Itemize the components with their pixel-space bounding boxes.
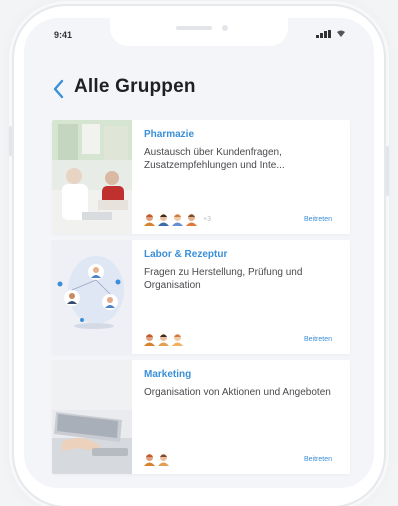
app-screen: 9:41 Alle Gruppen Pharmazie Austausch üb… (24, 18, 374, 488)
wifi-icon (337, 30, 345, 37)
signal-icon (316, 30, 331, 38)
member-avatars (144, 451, 175, 467)
nav-bar: Alle Gruppen (24, 72, 374, 112)
group-image-network (52, 240, 132, 354)
status-bar: 9:41 (24, 18, 374, 54)
join-button[interactable]: Beitreten (304, 336, 332, 343)
avatar (144, 453, 155, 466)
chevron-left-icon[interactable] (52, 78, 66, 100)
avatar (144, 333, 155, 346)
phone-side-button (386, 146, 389, 196)
group-card-pharmazie[interactable]: Pharmazie Austausch über Kundenfragen, Z… (52, 120, 350, 234)
avatar (158, 333, 169, 346)
group-title: Pharmazie (144, 129, 195, 140)
avatar (158, 453, 169, 466)
group-card-marketing[interactable]: Marketing Organisation von Aktionen und … (52, 360, 350, 474)
members-more-count: +3 (203, 215, 211, 223)
group-card-labor-rezeptur[interactable]: Labor & Rezeptur Fragen zu Herstellung, … (52, 240, 350, 354)
group-title: Labor & Rezeptur (144, 249, 228, 260)
group-description: Organisation von Aktionen und Angeboten (144, 387, 331, 398)
member-avatars (144, 331, 189, 347)
member-avatars: +3 (144, 211, 211, 227)
avatar (172, 333, 183, 346)
phone-side-button (9, 126, 12, 156)
avatar (172, 213, 183, 226)
group-image-laptop (52, 360, 132, 474)
join-button[interactable]: Beitreten (304, 456, 332, 463)
group-list: Pharmazie Austausch über Kundenfragen, Z… (52, 120, 352, 480)
avatar (158, 213, 169, 226)
avatar (144, 213, 155, 226)
group-title: Marketing (144, 369, 192, 380)
group-description: Fragen zu Herstellung, Prüfung und Organ… (144, 267, 303, 291)
page-title: Alle Gruppen (74, 76, 196, 97)
join-button[interactable]: Beitreten (304, 216, 332, 223)
group-image-pharmacy (52, 120, 132, 234)
avatar (186, 213, 197, 226)
group-description: Austausch über Kundenfragen, Zusatzempfe… (144, 147, 285, 171)
status-time: 9:41 (54, 30, 73, 40)
